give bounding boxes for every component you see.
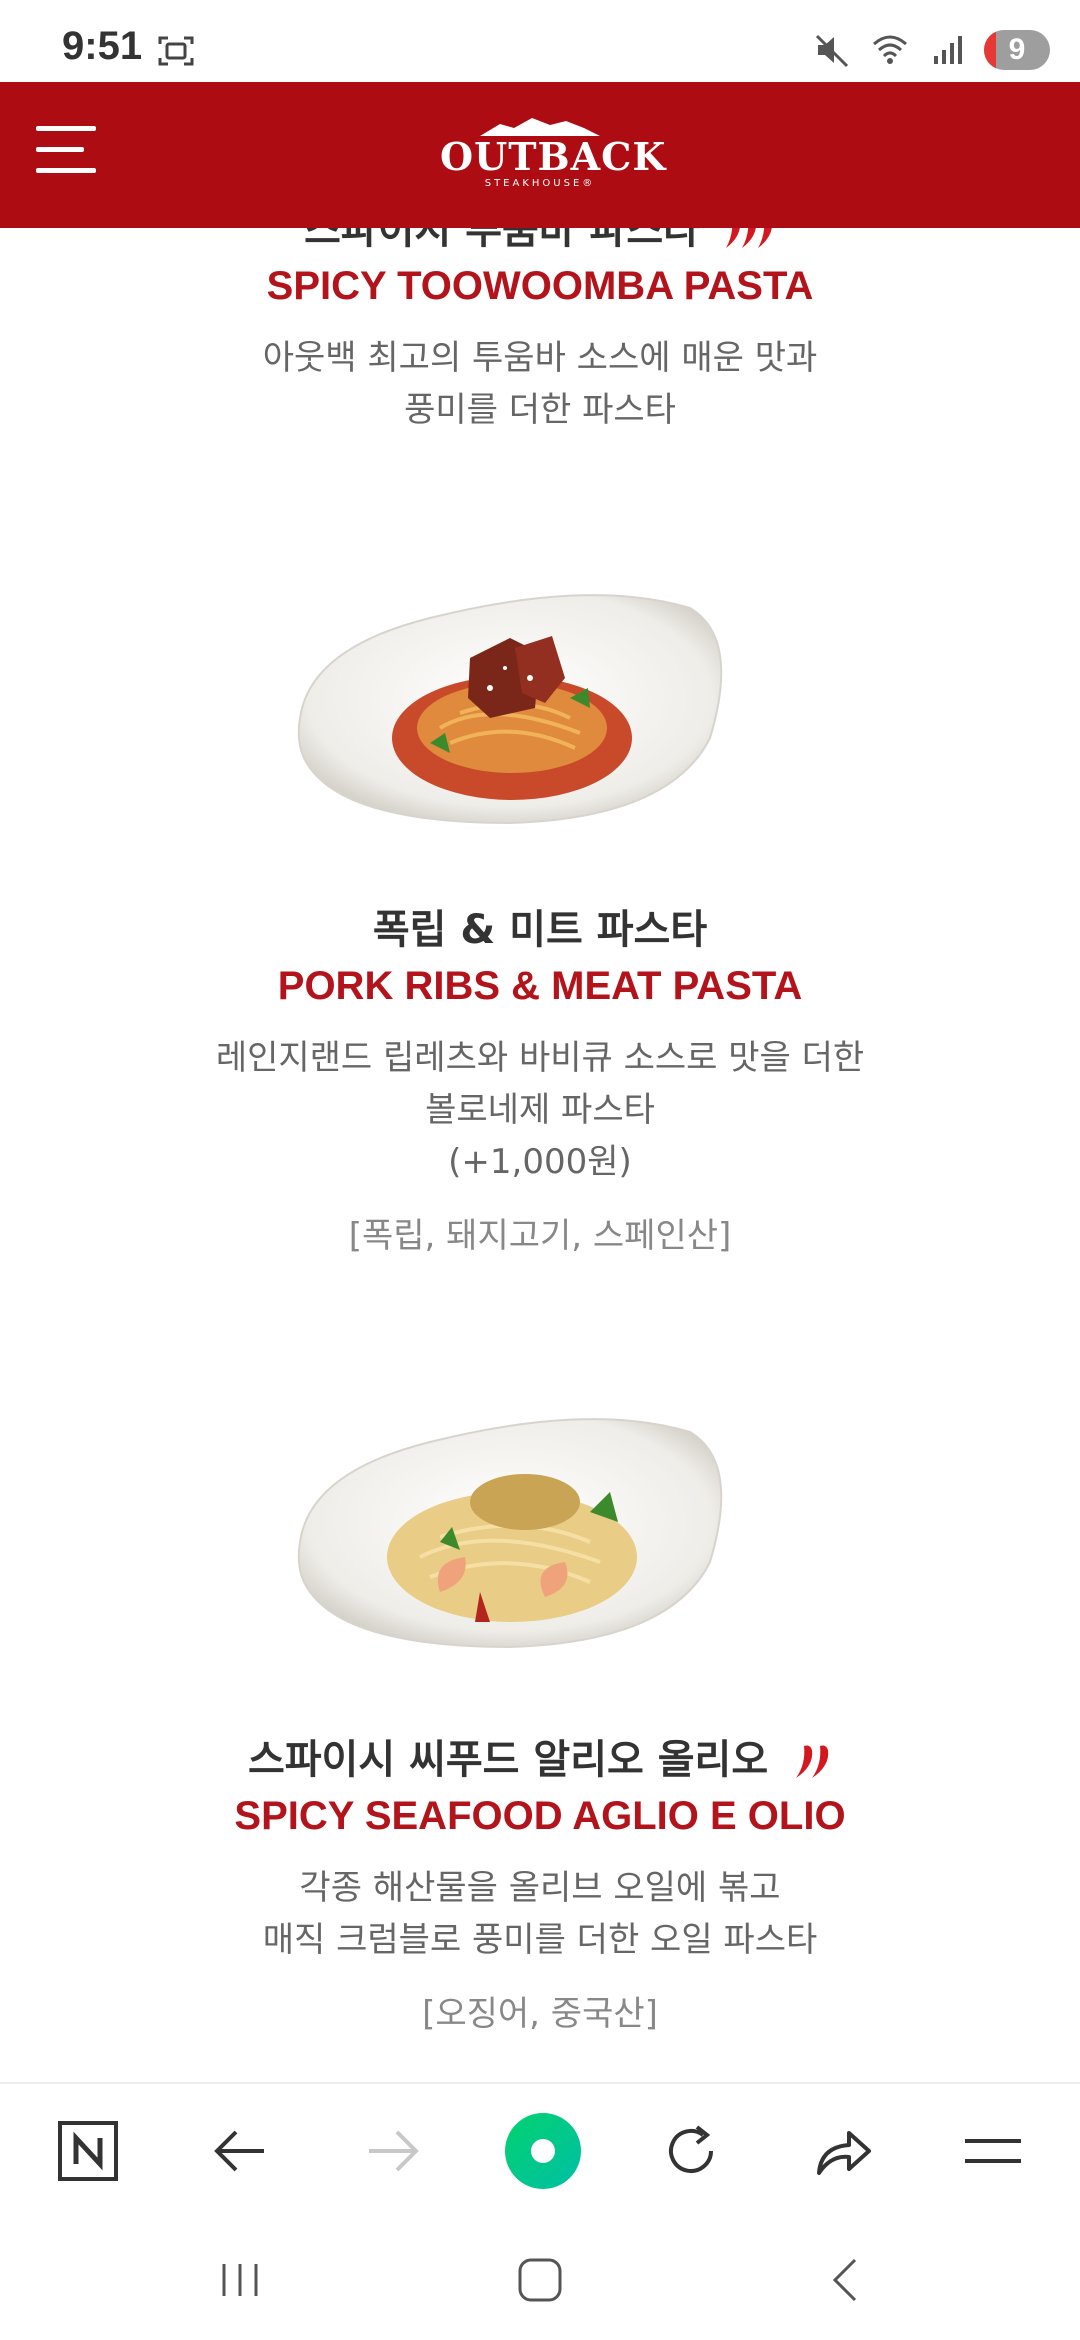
menu-item-price-note: (+1,000원) xyxy=(448,1142,632,1182)
outback-logo[interactable]: OUTBACK STEAKHOUSE® xyxy=(440,116,667,196)
mute-icon xyxy=(815,34,849,68)
share-icon[interactable] xyxy=(800,2108,886,2194)
menu-item-spicy-seafood-aglio-olio[interactable]: 스파이시 씨푸드 알리오 올리오 SPICY SEAFOOD AGLIO E O… xyxy=(0,1732,1080,2040)
wifi-icon xyxy=(873,35,907,64)
menu-item-en-title: SPICY TOOWOOMBA PASTA xyxy=(266,264,814,308)
browser-toolbar xyxy=(0,2082,1080,2216)
menu-item-spicy-toowoomba[interactable]: 스파이시 투움바 파스타 SPICY TOOWOOMBA PASTA 아웃백 최… xyxy=(0,228,1080,436)
logo-subtext: STEAKHOUSE® xyxy=(484,178,596,189)
pork-ribs-pasta-image[interactable] xyxy=(290,568,730,838)
home-icon[interactable] xyxy=(500,2240,580,2320)
menu-item-desc-line2: 매직 크럼블로 풍미를 더한 오일 파스타 xyxy=(262,1920,818,1960)
menu-item-ko-title: 스파이시 투움바 파스타 xyxy=(0,228,1080,258)
logo-mountain-icon xyxy=(480,118,600,136)
seafood-aglio-olio-image[interactable] xyxy=(290,1392,730,1662)
screenshot-icon xyxy=(158,36,194,66)
recent-apps-icon[interactable] xyxy=(200,2240,280,2320)
menu-item-en-title: SPICY SEAFOOD AGLIO E OLIO xyxy=(234,1794,846,1838)
green-dot-icon[interactable] xyxy=(500,2108,586,2194)
refresh-icon[interactable] xyxy=(648,2108,734,2194)
menu-item-origin: [오징어, 중국산] xyxy=(422,1994,658,2034)
menu-item-desc-line2: 볼로네제 파스타 xyxy=(425,1090,655,1130)
battery-level: 9 xyxy=(1008,33,1026,66)
chili-pepper-icon xyxy=(796,1745,829,1778)
naver-home-icon[interactable] xyxy=(45,2108,131,2194)
menu-item-origin: [폭립, 돼지고기, 스페인산] xyxy=(348,1216,732,1256)
menu-item-desc-line1: 레인지랜드 립레츠와 바비큐 소스로 맛을 더한 xyxy=(215,1038,865,1078)
menu-item-ko-title: 스파이시 씨푸드 알리오 올리오 xyxy=(0,1732,1080,1788)
back-arrow-icon[interactable] xyxy=(197,2108,283,2194)
menu-list: 스파이시 투움바 파스타 SPICY TOOWOOMBA PASTA 아웃백 최… xyxy=(0,228,1080,2082)
menu-item-desc-line1: 아웃백 최고의 투움바 소스에 매운 맛과 xyxy=(262,338,818,378)
forward-arrow-icon[interactable] xyxy=(350,2108,436,2194)
battery-indicator: 9 xyxy=(984,30,1050,70)
signal-icon xyxy=(934,36,962,64)
status-time: 9:51 xyxy=(62,24,143,68)
site-header: OUTBACK STEAKHOUSE® xyxy=(0,82,1080,228)
chili-pepper-icon xyxy=(725,228,772,248)
menu-item-en-title: PORK RIBS & MEAT PASTA xyxy=(277,964,803,1008)
menu-item-desc-line1: 각종 해산물을 올리브 오일에 볶고 xyxy=(299,1868,781,1908)
hamburger-menu-icon[interactable] xyxy=(36,122,100,178)
back-icon[interactable] xyxy=(804,2240,884,2320)
logo-text: OUTBACK xyxy=(440,134,667,179)
system-navigation-bar xyxy=(0,2216,1080,2340)
menu-lines-icon[interactable] xyxy=(950,2108,1036,2194)
menu-item-desc-line2: 풍미를 더한 파스타 xyxy=(404,390,676,430)
status-bar: 9:51 9 xyxy=(0,0,1080,82)
menu-item-pork-ribs-meat-pasta[interactable]: 폭립 & 미트 파스타 PORK RIBS & MEAT PASTA 레인지랜드… xyxy=(0,902,1080,1262)
menu-item-ko-title: 폭립 & 미트 파스타 xyxy=(372,907,708,953)
